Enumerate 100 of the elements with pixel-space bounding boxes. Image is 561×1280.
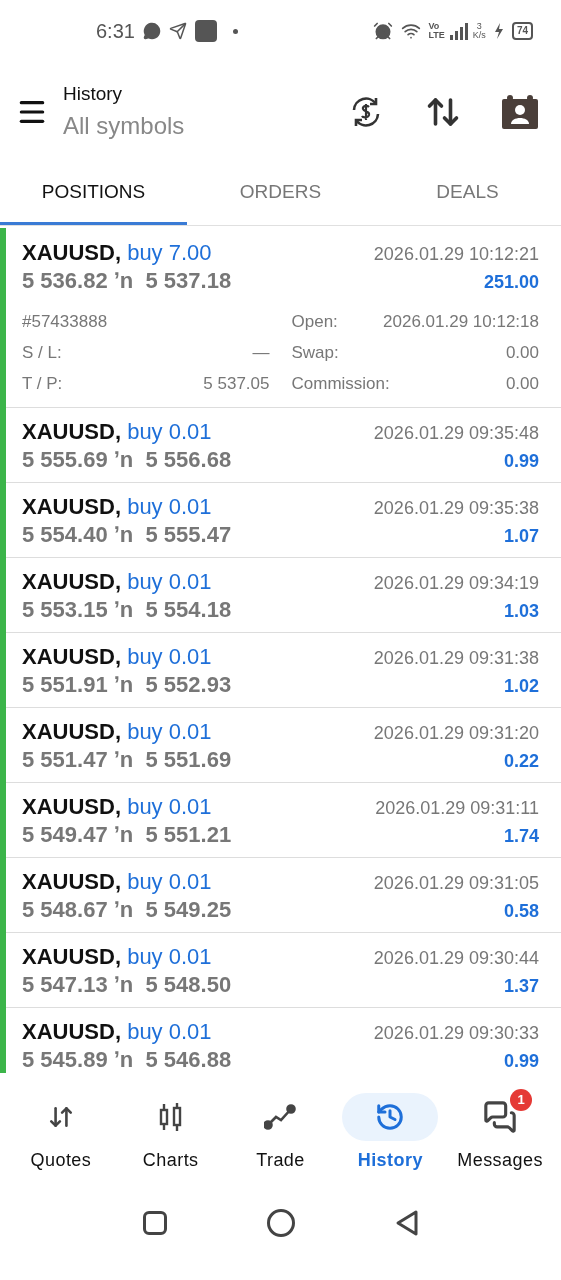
- price-range: 5 549.47 ʼn 5 551.21: [22, 822, 232, 848]
- price-range: 5 536.82 ʼn 5 537.18: [22, 268, 232, 294]
- close-time: 2026.01.29 09:30:33: [373, 1022, 539, 1045]
- arrows-icon: [47, 1104, 74, 1130]
- alarm-icon: [372, 21, 393, 41]
- detail-value: 0.00: [505, 373, 539, 395]
- tab[interactable]: ORDERS: [187, 162, 374, 225]
- position-row[interactable]: XAUUSD, buy 0.01 2026.01.29 09:30:33 5 545.89 ʼn 5 546.88 0.99: [6, 1008, 561, 1073]
- close-time: 2026.01.29 09:34:19: [373, 572, 539, 595]
- trade-type: buy 0.01: [127, 494, 212, 519]
- profit: 1.03: [503, 600, 539, 623]
- ticket-number: #57433888: [22, 311, 108, 333]
- symbol: XAUUSD,: [22, 494, 121, 519]
- message-icon: [142, 22, 161, 40]
- close-time: 2026.01.29 10:12:21: [373, 243, 539, 266]
- nav-item[interactable]: History: [335, 1093, 446, 1183]
- price-range: 5 547.13 ʼn 5 548.50: [22, 972, 232, 998]
- symbol: XAUUSD,: [22, 869, 121, 894]
- position-row[interactable]: XAUUSD, buy 7.00 2026.01.29 10:12:21 5 536.82 ʼn 5 537.18 251.00 #57433888 Open: 2026.01.29 10:12:18 S / L: — Swap: 0.00 T / P: 5 537.05 Commission: 0.00: [6, 228, 561, 408]
- price-range: 5 545.89 ʼn 5 546.88: [22, 1047, 232, 1073]
- price-range: 5 551.47 ʼn 5 551.69: [22, 747, 232, 773]
- trade-type: buy 0.01: [127, 869, 212, 894]
- symbol: XAUUSD,: [22, 240, 121, 265]
- symbol: XAUUSD,: [22, 419, 121, 444]
- detail-label: S / L:: [22, 342, 62, 364]
- position-row[interactable]: XAUUSD, buy 0.01 2026.01.29 09:30:44 5 547.13 ʼn 5 548.50 1.37: [6, 933, 561, 1008]
- detail-label: T / P:: [22, 373, 63, 395]
- profit: 251.00: [483, 271, 539, 294]
- symbol: XAUUSD,: [22, 944, 121, 969]
- app-icon: [194, 20, 217, 42]
- price-range: 5 553.15 ʼn 5 554.18: [22, 597, 232, 623]
- trade-type: buy 7.00: [127, 240, 212, 265]
- network-label: Vo: [428, 22, 441, 31]
- position-row[interactable]: XAUUSD, buy 0.01 2026.01.29 09:31:05 5 548.67 ʼn 5 549.25 0.58: [6, 858, 561, 933]
- price-range: 5 551.91 ʼn 5 552.93: [22, 672, 232, 698]
- contact-calendar-icon[interactable]: [501, 94, 539, 130]
- profit: 1.02: [503, 675, 539, 698]
- symbol: XAUUSD,: [22, 719, 121, 744]
- trade-type: buy 0.01: [127, 419, 212, 444]
- profit: 0.99: [503, 450, 539, 473]
- close-time: 2026.01.29 09:35:48: [373, 422, 539, 445]
- trade-type: buy 0.01: [127, 794, 212, 819]
- position-row[interactable]: XAUUSD, buy 0.01 2026.01.29 09:34:19 5 553.15 ʼn 5 554.18 1.03: [6, 558, 561, 633]
- profit: 1.74: [503, 825, 539, 848]
- close-time: 2026.01.29 09:30:44: [373, 947, 539, 970]
- speed-unit: K/s: [472, 31, 486, 40]
- network-label: LTE: [428, 31, 445, 40]
- history-icon: [375, 1102, 406, 1132]
- position-row[interactable]: XAUUSD, buy 0.01 2026.01.29 09:31:38 5 551.91 ʼn 5 552.93 1.02: [6, 633, 561, 708]
- home-button[interactable]: [266, 1209, 295, 1237]
- clock: 6:31: [96, 19, 135, 44]
- trade-type: buy 0.01: [127, 944, 212, 969]
- battery-icon: 74: [511, 22, 533, 40]
- detail-label: Swap:: [291, 342, 339, 364]
- tab[interactable]: DEALS: [374, 162, 561, 225]
- trade-type: buy 0.01: [127, 569, 212, 594]
- tab[interactable]: POSITIONS: [0, 162, 187, 225]
- chat-icon: [483, 1100, 518, 1134]
- header-subtitle: All symbols: [63, 111, 185, 142]
- profit: 0.58: [503, 900, 539, 923]
- trade-type: buy 0.01: [127, 644, 212, 669]
- trade-type: buy 0.01: [127, 1019, 212, 1044]
- position-row[interactable]: XAUUSD, buy 0.01 2026.01.29 09:35:48 5 555.69 ʼn 5 556.68 0.99: [6, 408, 561, 483]
- line-chart-icon: [264, 1104, 297, 1130]
- detail-label: Open:: [291, 311, 338, 333]
- detail-value: 0.00: [505, 342, 539, 364]
- position-row[interactable]: XAUUSD, buy 0.01 2026.01.29 09:31:20 5 551.47 ʼn 5 551.69 0.22: [6, 708, 561, 783]
- nav-item[interactable]: Charts: [115, 1093, 226, 1183]
- close-time: 2026.01.29 09:31:20: [373, 722, 539, 745]
- nav-item[interactable]: Quotes: [6, 1093, 116, 1183]
- wifi-icon: [400, 21, 421, 41]
- symbol: XAUUSD,: [22, 644, 121, 669]
- close-time: 2026.01.29 09:31:38: [373, 647, 539, 670]
- badge: 1: [510, 1089, 533, 1111]
- position-row[interactable]: XAUUSD, buy 0.01 2026.01.29 09:31:11 5 549.47 ʼn 5 551.21 1.74: [6, 783, 561, 858]
- nav-item[interactable]: Trade: [225, 1093, 336, 1183]
- close-time: 2026.01.29 09:31:05: [373, 872, 539, 895]
- profit: 0.99: [503, 1050, 539, 1073]
- close-time: 2026.01.29 09:31:11: [375, 797, 539, 820]
- detail-value: —: [252, 342, 270, 364]
- profit: 0.22: [503, 750, 539, 773]
- signal-icon: [448, 22, 469, 40]
- send-icon: [168, 22, 187, 40]
- price-range: 5 548.67 ʼn 5 549.25: [22, 897, 232, 923]
- profit: 1.07: [503, 525, 539, 548]
- trade-type: buy 0.01: [127, 719, 212, 744]
- close-time: 2026.01.29 09:35:38: [373, 497, 539, 520]
- price-range: 5 555.69 ʼn 5 556.68: [22, 447, 232, 473]
- position-row[interactable]: XAUUSD, buy 0.01 2026.01.29 09:35:38 5 554.40 ʼn 5 555.47 1.07: [6, 483, 561, 558]
- detail-label: Commission:: [291, 373, 390, 395]
- detail-value: 2026.01.29 10:12:18: [383, 311, 539, 333]
- header-title: History: [63, 81, 124, 106]
- symbol: XAUUSD,: [22, 569, 121, 594]
- detail-value: 5 537.05: [203, 373, 270, 395]
- symbol: XAUUSD,: [22, 794, 121, 819]
- profit: 1.37: [503, 975, 539, 998]
- recents-button[interactable]: [142, 1211, 167, 1235]
- symbol: XAUUSD,: [22, 1019, 121, 1044]
- speed-value: 3: [476, 22, 482, 31]
- back-button[interactable]: [394, 1209, 419, 1237]
